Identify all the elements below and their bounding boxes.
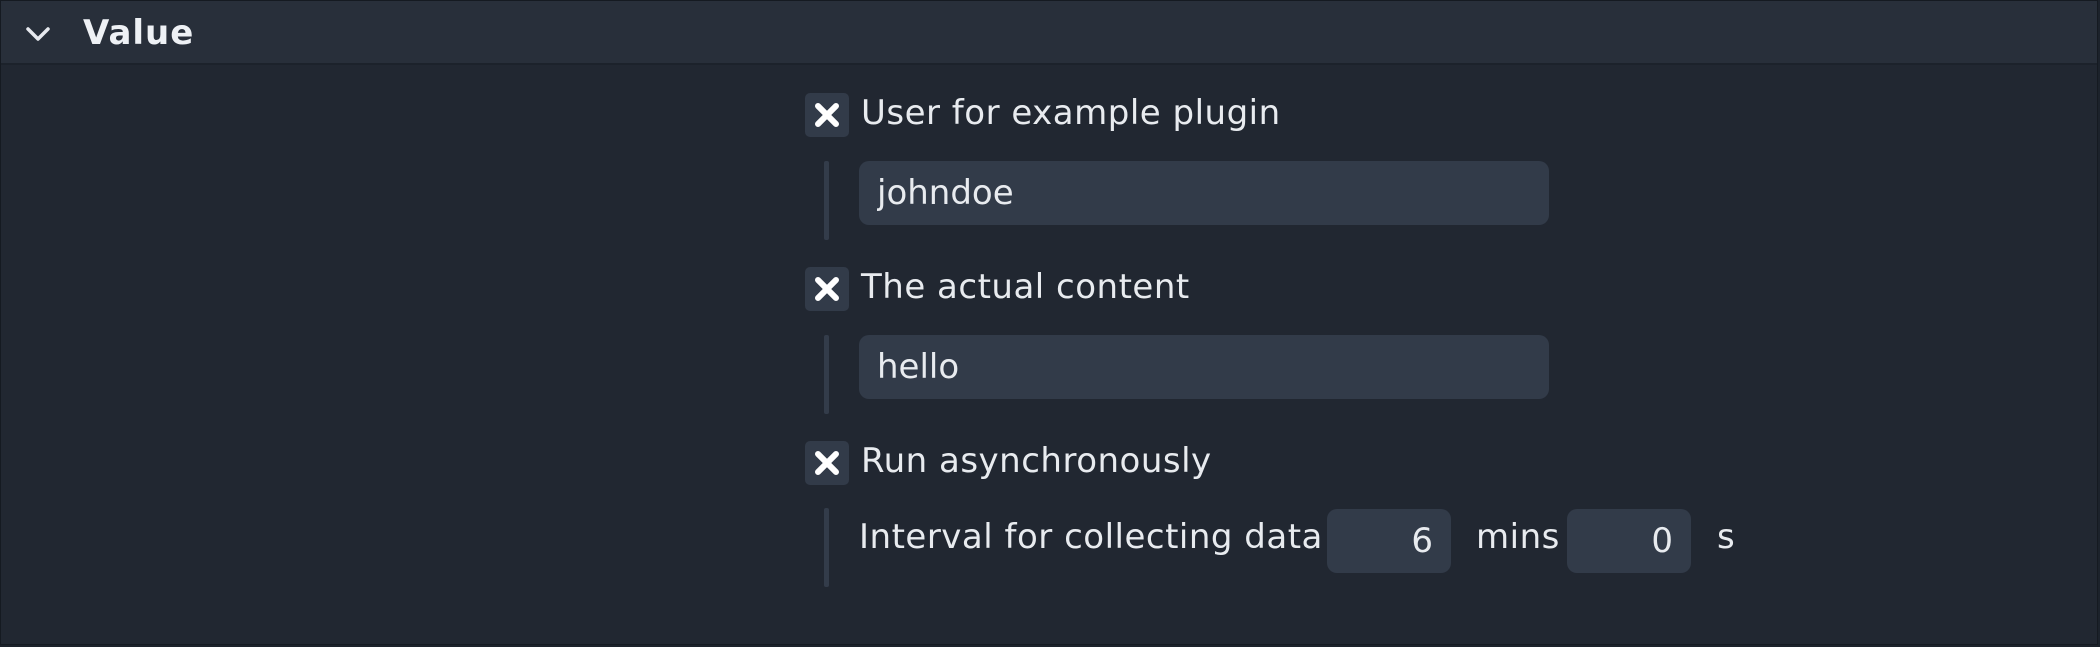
async-option-label: Run asynchronously: [861, 441, 1212, 481]
content-option-label: The actual content: [861, 267, 1190, 307]
indent-bar: [824, 508, 829, 587]
interval-label: Interval for collecting data: [859, 517, 1323, 557]
interval-seconds-input[interactable]: [1567, 509, 1691, 573]
section-title: Value: [83, 13, 195, 53]
content-checkbox[interactable]: [805, 267, 849, 311]
seconds-unit: s: [1717, 517, 1736, 557]
user-checkbox[interactable]: [805, 93, 849, 137]
section-header[interactable]: Value: [1, 1, 2097, 65]
chevron-down-icon[interactable]: [23, 19, 53, 49]
content-input[interactable]: [859, 335, 1549, 399]
interval-minutes-input[interactable]: [1327, 509, 1451, 573]
async-checkbox[interactable]: [805, 441, 849, 485]
user-input[interactable]: [859, 161, 1549, 225]
minutes-unit: mins: [1476, 517, 1560, 557]
indent-bar: [824, 335, 829, 414]
indent-bar: [824, 161, 829, 240]
user-option-label: User for example plugin: [861, 93, 1281, 133]
value-panel: Value User for example plugin The actual…: [0, 0, 2098, 645]
